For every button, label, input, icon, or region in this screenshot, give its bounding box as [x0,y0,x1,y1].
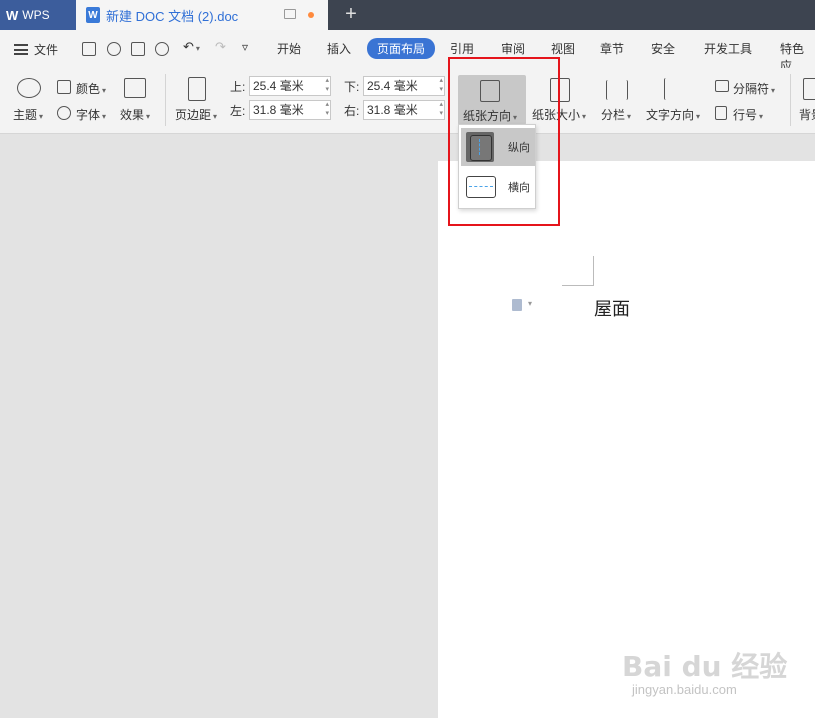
tab-review[interactable]: 审阅 [501,40,525,57]
customize-toolbar-icon[interactable]: ▿ [242,40,248,54]
wps-tab-label: WPS [22,8,50,22]
columns-icon [606,80,628,100]
tab-developer[interactable]: 开发工具 [704,40,752,57]
theme-label: 主题 [13,108,38,122]
line-number-label: 行号 [733,108,758,122]
background-icon [803,78,815,100]
margin-corner-mark [562,285,594,286]
separator-icon [715,80,729,92]
wps-home-tab[interactable]: W WPS [0,0,76,30]
left-margin-label: 左: [230,104,246,118]
line-number-icon [715,106,727,120]
paragraph-handle-icon[interactable] [512,299,522,311]
print-icon[interactable] [131,42,145,56]
hamburger-icon [14,44,28,55]
font-label: 字体 [76,108,101,122]
document-workspace: ▾ 屋面 [0,135,815,718]
line-number-button[interactable]: 行号 ▾ [733,106,763,123]
right-margin-label: 右: [344,104,360,118]
monitor-icon[interactable] [284,9,296,19]
undo-icon[interactable]: ↶ ▾ [183,39,200,55]
top-margin-input[interactable]: 25.4 毫米 [249,76,331,96]
document-tab[interactable]: W 新建 DOC 文档 (2).doc [76,0,328,30]
tab-insert[interactable]: 插入 [327,40,351,57]
effect-label: 效果 [120,108,145,122]
unsaved-dot-icon [308,12,314,18]
margin-label: 页边距 [175,108,212,122]
ribbon-divider [165,74,166,126]
paragraph-caret-icon[interactable]: ▾ [528,299,532,308]
wps-logo-icon: W [6,7,19,23]
separator-button[interactable]: 分隔符 ▾ [733,80,775,97]
tab-security[interactable]: 安全 [651,40,675,57]
title-bar: W WPS W 新建 DOC 文档 (2).doc + [0,0,815,30]
right-margin-input[interactable]: 31.8 毫米 [363,100,445,120]
page-margin-icon [188,77,206,101]
text-direction-label: 文字方向 [646,108,695,122]
doc-file-icon: W [86,7,100,23]
tab-view[interactable]: 视图 [551,40,575,57]
margin-button[interactable]: 页边距 ▾ [175,106,217,123]
bottom-margin-input[interactable]: 25.4 毫米 [363,76,445,96]
document-text[interactable]: 屋面 [594,295,630,321]
file-menu-button[interactable]: 文件 [14,41,58,58]
save-icon[interactable] [82,42,96,56]
menu-bar: 文件 ↶ ▾ ↷ ▿ 开始 插入 页面布局 引用 审阅 视图 章节 安全 开发工具… [0,30,815,73]
color-button[interactable]: 颜色 ▾ [76,80,106,97]
redo-icon[interactable]: ↷ [215,39,226,55]
effect-icon [124,78,146,98]
tab-home[interactable]: 开始 [277,40,301,57]
columns-button[interactable]: 分栏 ▾ [601,106,631,123]
margin-corner-mark [593,256,594,286]
tab-page-layout[interactable]: 页面布局 [367,38,436,59]
file-menu-label: 文件 [34,43,59,57]
baidu-watermark: Bai du 经验 [622,650,788,683]
document-page[interactable]: ▾ 屋面 [438,161,815,718]
new-tab-button[interactable]: + [340,3,362,27]
color-label: 颜色 [76,82,101,96]
bottom-margin-label: 下: [344,80,360,94]
print-preview-icon[interactable] [155,42,169,56]
theme-button[interactable]: 主题 ▾ [13,106,43,123]
background-button[interactable]: 背景 [799,106,815,123]
font-t-icon [57,106,71,120]
baidu-watermark-url: jingyan.baidu.com [632,682,737,697]
highlight-box [448,57,560,226]
font-button[interactable]: 字体 ▾ [76,106,106,123]
document-tab-title: 新建 DOC 文档 (2).doc [106,8,239,24]
text-direction-button[interactable]: 文字方向 ▾ [646,106,700,123]
top-margin-label: 上: [230,80,246,94]
palette-icon[interactable] [17,78,41,98]
color-grid-icon [57,80,71,94]
history-icon[interactable] [107,42,121,56]
columns-label: 分栏 [601,108,626,122]
separator-label: 分隔符 [733,82,770,96]
tab-chapter[interactable]: 章节 [600,40,624,57]
left-margin-input[interactable]: 31.8 毫米 [249,100,331,120]
ribbon-toolbar: 主题▾ 颜色▾ 字体▾ 效果▾ 页边距▾ 上: 25.4 毫米 左: 31.8 … [0,68,815,134]
tab-references[interactable]: 引用 [450,40,474,57]
ribbon-divider [790,74,791,126]
effect-button[interactable]: 效果 ▾ [120,106,150,123]
text-direction-icon [664,78,684,100]
